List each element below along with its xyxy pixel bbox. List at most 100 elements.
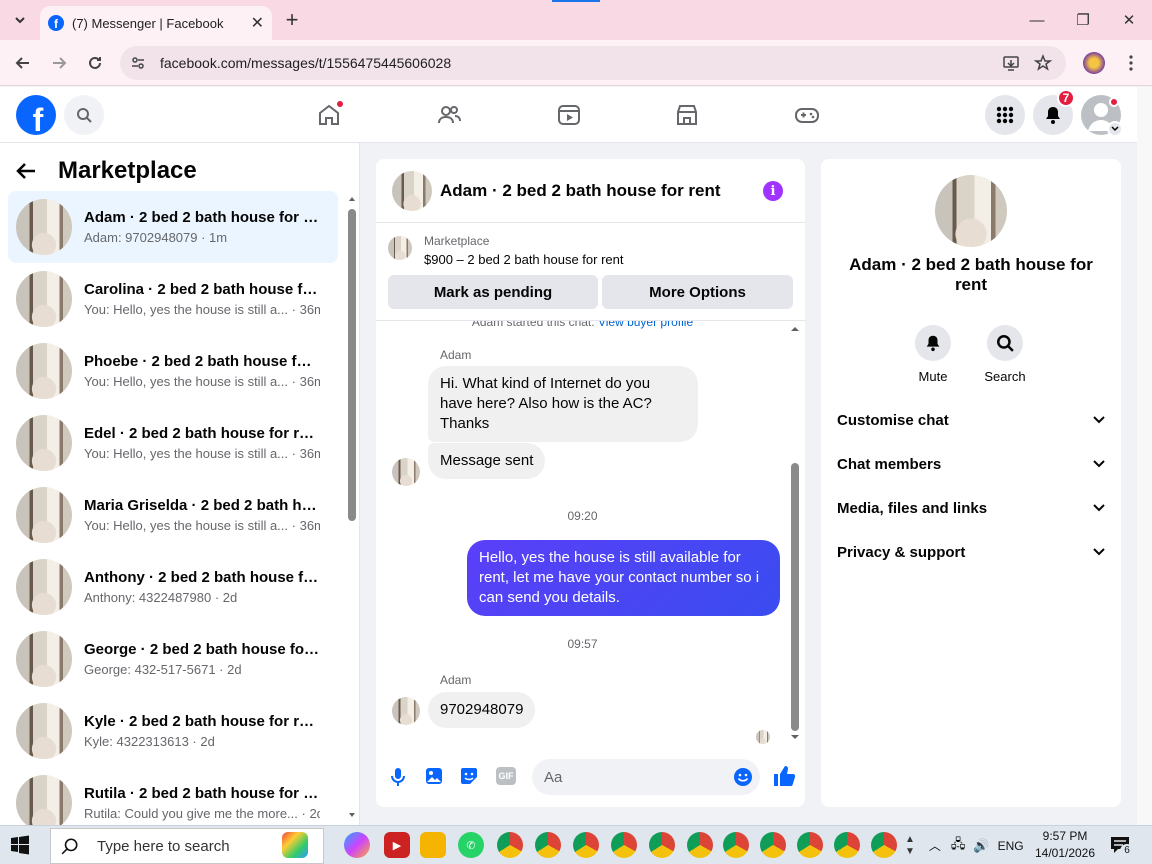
- conversation-item[interactable]: Phoebe · 2 bed 2 bath house for... You: H…: [8, 335, 338, 407]
- language-indicator[interactable]: ENG: [998, 839, 1024, 853]
- profile-avatar-large[interactable]: [935, 175, 1007, 247]
- reload-button[interactable]: [80, 48, 110, 78]
- chrome-profile-icon[interactable]: [497, 832, 523, 858]
- action-center-button[interactable]: 6: [1110, 836, 1134, 858]
- chevron-down-icon: [1093, 416, 1105, 424]
- omnibox[interactable]: facebook.com/messages/t/1556475445606028: [120, 46, 1066, 80]
- listing-title[interactable]: $900 – 2 bed 2 bath house for rent: [424, 252, 624, 267]
- arrow-left-icon: [15, 57, 29, 69]
- file-explorer-icon[interactable]: [420, 832, 446, 858]
- conversation-item[interactable]: Kyle · 2 bed 2 bath house for rent Kyle: …: [8, 695, 338, 767]
- chrome-profile-icon[interactable]: [723, 832, 749, 858]
- sticker-button[interactable]: [460, 767, 478, 785]
- whatsapp-icon[interactable]: ✆: [458, 832, 484, 858]
- notifications-button[interactable]: 7: [1033, 89, 1075, 135]
- url-text[interactable]: facebook.com/messages/t/1556475445606028: [160, 55, 451, 71]
- image-icon: [426, 768, 442, 784]
- emoji-button[interactable]: [733, 767, 753, 787]
- chat-title[interactable]: Adam · 2 bed 2 bath house for rent: [440, 181, 805, 201]
- conversation-avatar: [16, 559, 72, 615]
- mute-button[interactable]: [915, 325, 951, 361]
- conversation-item[interactable]: Maria Griselda · 2 bed 2 bath ho... You: …: [8, 479, 338, 551]
- nav-video[interactable]: [551, 97, 587, 133]
- facebook-logo[interactable]: f: [16, 95, 56, 135]
- conversation-item[interactable]: Adam · 2 bed 2 bath house for r... Adam: …: [8, 191, 338, 263]
- left-scrollbar[interactable]: [348, 193, 356, 821]
- chrome-profile-icon[interactable]: [760, 832, 786, 858]
- menu-grid-button[interactable]: [985, 95, 1025, 135]
- site-settings-icon[interactable]: [130, 55, 146, 71]
- tab-search-button[interactable]: [6, 6, 34, 34]
- back-button[interactable]: [8, 48, 38, 78]
- video-app-icon[interactable]: ▶: [384, 832, 410, 858]
- chrome-profile-icon[interactable]: [611, 832, 637, 858]
- bookmark-button[interactable]: [1028, 48, 1058, 78]
- nav-gaming[interactable]: [789, 97, 825, 133]
- like-button[interactable]: [772, 764, 796, 788]
- close-tab-icon[interactable]: ✕: [251, 13, 264, 33]
- info-icon[interactable]: i: [763, 181, 783, 201]
- profile-button[interactable]: [1079, 48, 1109, 78]
- new-tab-button[interactable]: +: [280, 7, 304, 32]
- conversation-avatar: [16, 703, 72, 759]
- volume-icon[interactable]: 🔊: [973, 838, 989, 854]
- forward-button[interactable]: [44, 48, 74, 78]
- incoming-message[interactable]: 9702948079: [428, 692, 536, 728]
- back-arrow-icon[interactable]: [16, 162, 36, 180]
- taskbar-overflow-arrows-icon[interactable]: ▲ ▼: [905, 834, 915, 858]
- conversation-item[interactable]: George · 2 bed 2 bath house for ... Georg…: [8, 623, 338, 695]
- sender-avatar[interactable]: [392, 458, 420, 486]
- chrome-profile-icon[interactable]: [797, 832, 823, 858]
- gif-button[interactable]: GIF: [496, 767, 516, 785]
- incoming-message[interactable]: Message sent: [428, 443, 546, 479]
- browser-tab[interactable]: f (7) Messenger | Facebook ✕: [40, 6, 272, 40]
- facebook-search-button[interactable]: [64, 95, 104, 135]
- browser-menu-button[interactable]: [1116, 48, 1146, 78]
- maximize-button[interactable]: ❐: [1060, 6, 1106, 34]
- taskbar-clock[interactable]: 9:57 PM 14/01/2026: [1030, 828, 1100, 862]
- start-button[interactable]: [10, 835, 30, 855]
- copilot-app-icon[interactable]: [344, 832, 370, 858]
- show-hidden-icons-chevron-up-icon[interactable]: ︿: [929, 837, 941, 854]
- chrome-profile-icon[interactable]: [687, 832, 713, 858]
- incoming-message[interactable]: Hi. What kind of Internet do you have he…: [428, 366, 698, 442]
- chrome-profile-icon[interactable]: [834, 832, 860, 858]
- nav-marketplace[interactable]: [669, 97, 705, 133]
- conversation-item[interactable]: Edel · 2 bed 2 bath house for rent You: H…: [8, 407, 338, 479]
- section-privacy-support[interactable]: Privacy & support: [837, 540, 1105, 564]
- search-action[interactable]: Search: [975, 325, 1035, 384]
- conversation-item[interactable]: Carolina · 2 bed 2 bath house fo... You: …: [8, 263, 338, 335]
- more-options-button[interactable]: More Options: [602, 275, 793, 309]
- attach-image-button[interactable]: [425, 767, 443, 785]
- section-customise-chat[interactable]: Customise chat: [837, 408, 1105, 432]
- conversation-item[interactable]: Anthony · 2 bed 2 bath house fo... Anthon…: [8, 551, 338, 623]
- section-chat-members[interactable]: Chat members: [837, 452, 1105, 476]
- close-window-button[interactable]: ✕: [1106, 6, 1152, 34]
- install-app-button[interactable]: [996, 48, 1026, 78]
- minimize-button[interactable]: —: [1014, 6, 1060, 34]
- chat-avatar[interactable]: [392, 170, 432, 211]
- conversation-item[interactable]: Rutila · 2 bed 2 bath house for r... Ruti…: [8, 767, 338, 825]
- chat-scrollbar[interactable]: [790, 321, 800, 747]
- nav-friends[interactable]: [431, 97, 467, 133]
- outgoing-message[interactable]: Hello, yes the house is still available …: [467, 540, 780, 616]
- chrome-profile-icon[interactable]: [871, 832, 897, 858]
- view-buyer-profile-link[interactable]: View buyer profile: [598, 321, 693, 329]
- mute-action[interactable]: Mute: [903, 325, 963, 384]
- search-conversation-button[interactable]: [987, 325, 1023, 361]
- mark-pending-button[interactable]: Mark as pending: [388, 275, 598, 309]
- sender-avatar[interactable]: [392, 697, 420, 725]
- account-button[interactable]: [1081, 95, 1123, 137]
- chrome-profile-icon[interactable]: [573, 832, 599, 858]
- voice-clip-button[interactable]: [390, 767, 406, 787]
- chrome-profile-icon[interactable]: [649, 832, 675, 858]
- nav-home[interactable]: [311, 97, 347, 133]
- page-scrollbar[interactable]: [1137, 87, 1152, 825]
- message-input[interactable]: Aa: [532, 759, 760, 795]
- chrome-profile-icon[interactable]: [535, 832, 561, 858]
- search-icon: [61, 838, 78, 855]
- rubiks-cube-app-icon[interactable]: [282, 832, 308, 858]
- listing-thumbnail[interactable]: [388, 236, 412, 260]
- network-icon[interactable]: 🖧: [951, 835, 966, 857]
- section-media-files-links[interactable]: Media, files and links: [837, 496, 1105, 520]
